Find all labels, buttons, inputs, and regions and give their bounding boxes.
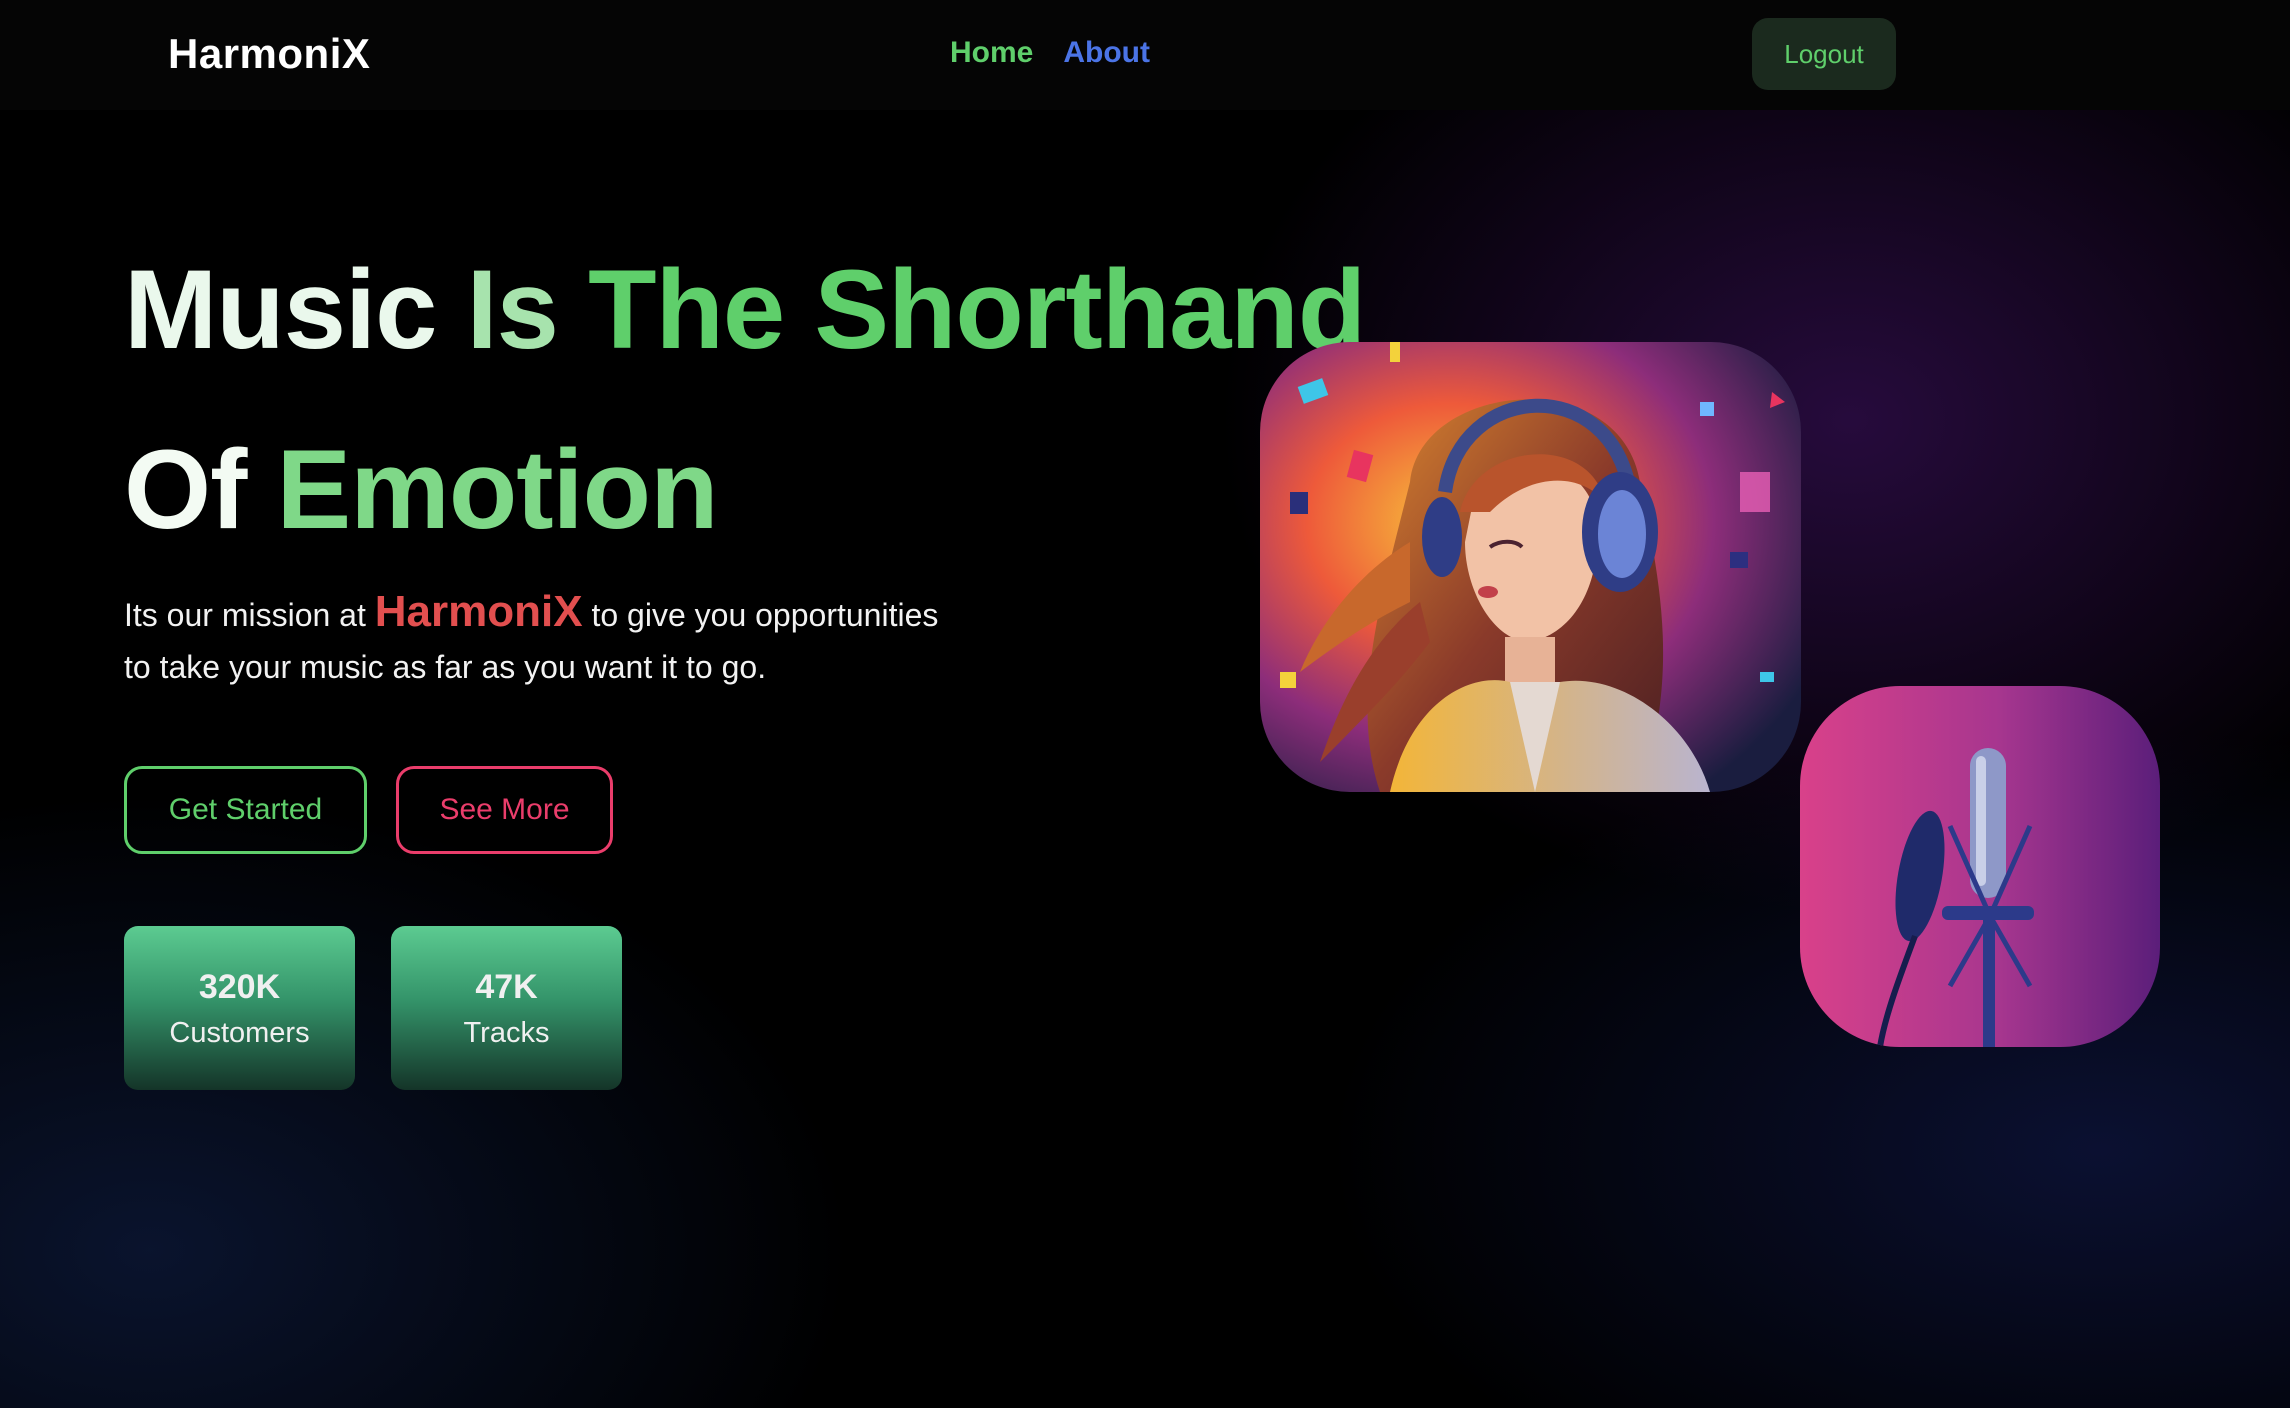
stat-value: 320K	[198, 968, 281, 1006]
mission-prefix: Its our mission at	[124, 597, 366, 633]
logout-button[interactable]: Logout	[1752, 18, 1896, 90]
headline-word: Shorthand	[814, 247, 1366, 372]
stat-value: 47K	[475, 968, 538, 1006]
nav-links: Home About	[950, 36, 1150, 70]
microphone-image	[1800, 686, 2160, 1047]
headline-word: Of	[124, 427, 247, 552]
headphones-girl-image	[1260, 342, 1801, 792]
mission-brand: HarmoniX	[374, 587, 583, 636]
stat-card-tracks: 47K Tracks	[391, 926, 622, 1090]
mission-text: Its our mission at HarmoniX to give you …	[124, 586, 1024, 693]
get-started-button[interactable]: Get Started	[124, 766, 367, 854]
mission-line-2: to take your music as far as you want it…	[124, 649, 767, 685]
headline-word: Music	[124, 247, 437, 372]
microphone-illustration	[1800, 686, 2160, 1047]
mission-suffix: to give you opportunities	[591, 597, 939, 633]
headline-word: The	[588, 247, 785, 372]
page-background: HarmoniX Home About Logout Music Is The …	[0, 0, 2290, 1408]
stat-label: Customers	[169, 1017, 310, 1049]
nav-link-about[interactable]: About	[1063, 36, 1150, 70]
stat-card-customers: 320K Customers	[124, 926, 355, 1090]
stat-label: Tracks	[463, 1017, 550, 1049]
hero-headline: Music Is The Shorthand Of Emotion	[124, 220, 1366, 580]
headphones-girl-illustration	[1260, 342, 1801, 792]
brand-logo[interactable]: HarmoniX	[168, 30, 370, 78]
headline-word: Emotion	[276, 427, 719, 552]
nav-link-home[interactable]: Home	[950, 36, 1033, 70]
headline-word: Is	[466, 247, 559, 372]
top-navbar: HarmoniX Home About Logout	[0, 0, 2290, 110]
see-more-button[interactable]: See More	[396, 766, 613, 854]
